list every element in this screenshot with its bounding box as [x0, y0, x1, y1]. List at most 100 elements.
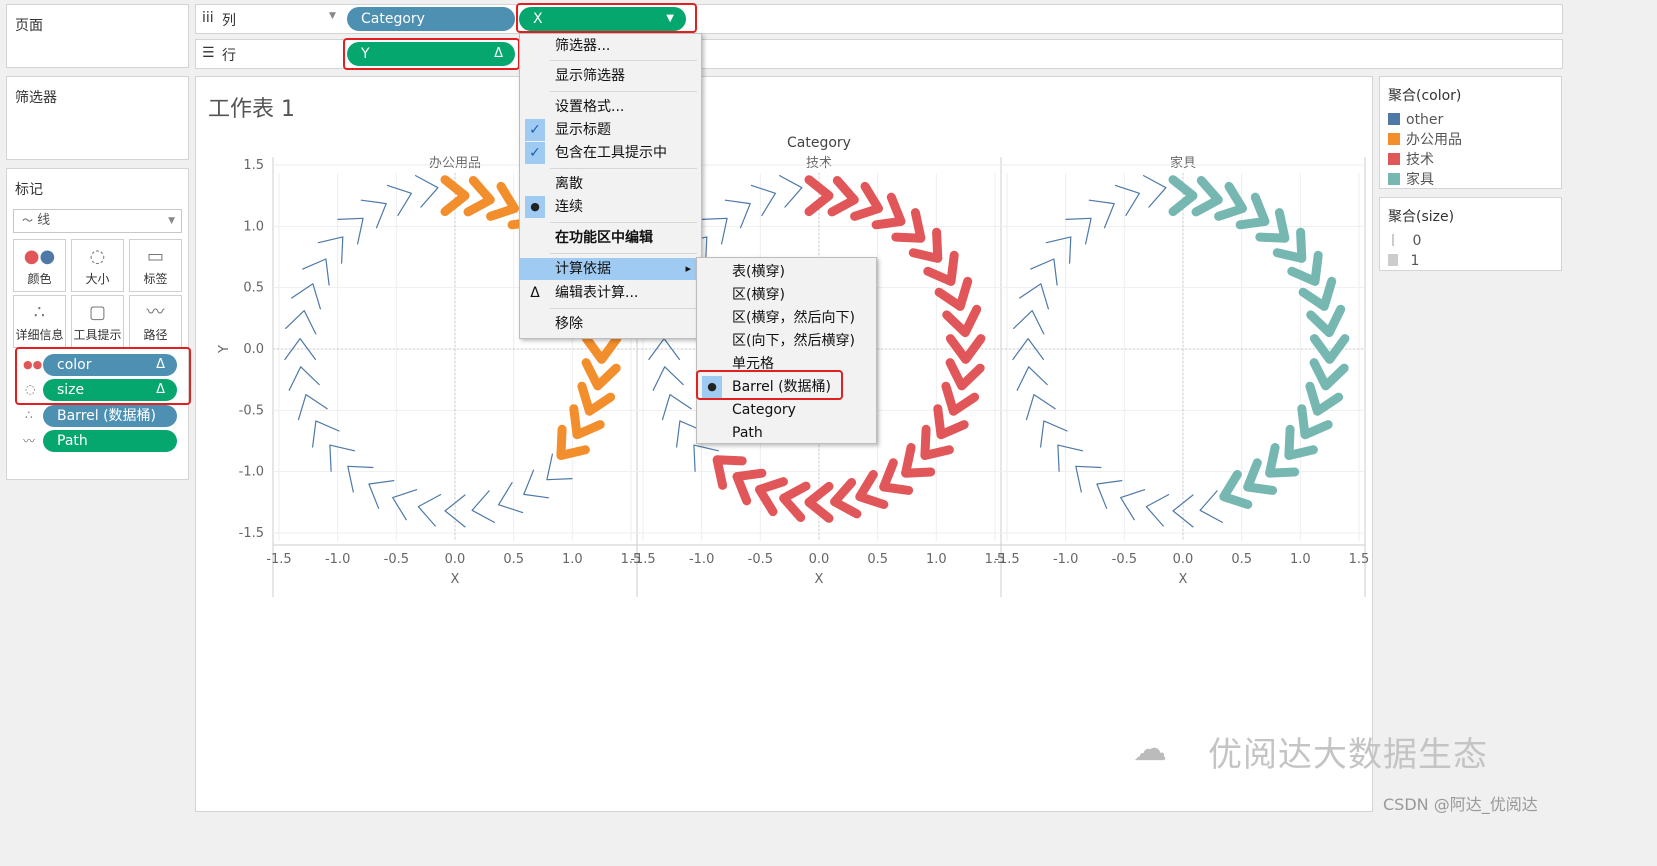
- menu-label: 包含在工具提示中: [555, 145, 667, 161]
- worksheet-area: 工作表 1 Category Y 1.5 1.0 0.5 0.0 -0.5 -1.0 -1.5 办…: [195, 76, 1373, 812]
- chevron-down-icon: ▼: [168, 216, 175, 226]
- chevron-mark: [386, 184, 412, 216]
- highlight-y-pill: [343, 38, 520, 70]
- x-tick-label: 0.5: [1231, 552, 1252, 567]
- color-legend-row[interactable]: 技术: [1388, 151, 1434, 169]
- color-dots-icon: ●●: [23, 246, 56, 267]
- check-icon: ✓: [525, 142, 545, 164]
- path-field-pill[interactable]: Path: [43, 430, 177, 452]
- color-legend-row[interactable]: 家具: [1388, 171, 1434, 189]
- color-legend-row[interactable]: 办公用品: [1388, 131, 1462, 149]
- color-legend-title: 聚合(color): [1388, 88, 1462, 104]
- barrel-field-pill[interactable]: Barrel (数据桶): [43, 405, 177, 427]
- x-axis-label: X: [815, 572, 824, 587]
- color-legend-row[interactable]: other: [1388, 111, 1443, 129]
- facet-header: 技术: [806, 156, 832, 171]
- marks-title: 标记: [15, 182, 43, 198]
- menu-separator: [550, 91, 697, 92]
- mark-type-label: 线: [37, 213, 51, 228]
- menu-item-remove[interactable]: 移除: [520, 313, 701, 335]
- color-button-label: 颜色: [27, 272, 52, 286]
- chevron-mark: [329, 444, 356, 472]
- pill-label: Path: [57, 433, 88, 449]
- label-icon: ▭: [146, 246, 164, 267]
- watermark-brand: 优阅达大数据生态: [1208, 735, 1488, 775]
- submenu-item[interactable]: Path: [697, 422, 876, 444]
- chevron-mark: [1025, 394, 1056, 421]
- submenu-label: 区(向下，然后横穿): [732, 333, 855, 349]
- highlight-chevron-mark: [463, 176, 495, 217]
- y-tick-label: -0.5: [239, 403, 264, 418]
- menu-item-continuous[interactable]: ● 连续: [520, 196, 701, 218]
- delta-icon: Δ: [530, 285, 540, 301]
- columns-icon: iii: [202, 10, 214, 26]
- menu-label: 连续: [555, 199, 583, 215]
- menu-separator: [550, 253, 697, 254]
- chevron-down-icon[interactable]: ▼: [329, 11, 336, 21]
- submenu-item[interactable]: 区(横穿，然后向下): [697, 307, 876, 329]
- submenu-item[interactable]: 区(向下，然后横穿): [697, 330, 876, 352]
- size-button[interactable]: ◌ 大小: [71, 239, 124, 292]
- path-icon: 〰: [146, 302, 165, 323]
- category-pill[interactable]: Category: [347, 7, 515, 31]
- chevron-mark: [1030, 258, 1058, 286]
- highlight-marks-fields: [15, 347, 191, 405]
- chevron-mark: [1114, 184, 1141, 216]
- chevron-mark: [415, 174, 439, 208]
- menu-label: 离散: [555, 176, 583, 192]
- submenu-label: 区(横穿，然后向下): [732, 310, 855, 326]
- color-button[interactable]: ●● 颜色: [13, 239, 66, 292]
- menu-item-show-header[interactable]: ✓ 显示标题: [520, 119, 701, 141]
- chevron-mark: [1142, 174, 1167, 208]
- chevron-mark: [724, 199, 751, 229]
- chevron-mark: [652, 366, 684, 391]
- menu-item-format[interactable]: 设置格式...: [520, 96, 701, 118]
- submenu-item[interactable]: 区(横穿): [697, 284, 876, 306]
- highlight-chevron-mark: [581, 358, 621, 391]
- tooltip-button[interactable]: ▢ 工具提示: [71, 295, 124, 348]
- pill-label: Barrel (数据桶): [57, 408, 157, 424]
- submenu-item[interactable]: 表(横穿): [697, 261, 876, 283]
- menu-item-include-tooltip[interactable]: ✓ 包含在工具提示中: [520, 142, 701, 164]
- x-tick-label: 1.0: [1290, 552, 1311, 567]
- size-icon: ◌: [89, 246, 106, 267]
- chevron-mark: [1065, 217, 1092, 245]
- chevron-mark: [1057, 444, 1084, 472]
- size-line-swatch: [1392, 234, 1394, 246]
- detail-button[interactable]: ∴ 详细信息: [13, 295, 66, 348]
- menu-item-show-filter[interactable]: 显示筛选器: [520, 65, 701, 87]
- menu-item-compute-using[interactable]: 计算依据 ▸: [520, 258, 701, 280]
- menu-item-discrete[interactable]: 离散: [520, 173, 701, 195]
- size-legend-row[interactable]: 0: [1388, 232, 1421, 250]
- path-button[interactable]: 〰 路径: [129, 295, 182, 348]
- mark-type-select[interactable]: 〜 线 ▼: [13, 209, 182, 233]
- size-legend-row[interactable]: 1: [1388, 252, 1419, 270]
- chevron-mark: [1088, 199, 1115, 229]
- legend-label: 家具: [1406, 172, 1434, 188]
- submenu-item[interactable]: Category: [697, 399, 876, 421]
- x-tick-label: -0.5: [748, 552, 773, 567]
- highlight-chevron-mark: [779, 481, 811, 522]
- x-tick-label: -1.5: [994, 552, 1019, 567]
- line-type-icon: 〜: [22, 214, 33, 227]
- legend-label: other: [1406, 112, 1444, 128]
- chevron-mark: [368, 480, 395, 509]
- y-axis-label: Y: [217, 345, 232, 354]
- highlight-chevron-mark: [1306, 304, 1346, 338]
- submenu-label: Path: [732, 425, 763, 441]
- menu-label: 计算依据: [555, 261, 611, 277]
- menu-item-edit-in-shelf[interactable]: 在功能区中编辑: [520, 227, 701, 249]
- filters-panel[interactable]: 筛选器: [6, 76, 189, 160]
- highlight-chevron-mark: [827, 176, 859, 217]
- y-tick-label: 1.0: [243, 219, 264, 234]
- menu-label: 显示筛选器: [555, 68, 625, 84]
- chevron-mark: [471, 490, 495, 523]
- chevron-mark: [1016, 366, 1048, 391]
- chevron-mark: [297, 394, 328, 421]
- menu-item-edit-table-calc[interactable]: Δ 编辑表计算...: [520, 282, 701, 304]
- menu-item-filter[interactable]: 筛选器...: [520, 35, 701, 57]
- chevron-right-icon: ▸: [685, 262, 691, 275]
- x-tick-label: 0.5: [503, 552, 524, 567]
- label-button[interactable]: ▭ 标签: [129, 239, 182, 292]
- x-tick-label: -0.5: [384, 552, 409, 567]
